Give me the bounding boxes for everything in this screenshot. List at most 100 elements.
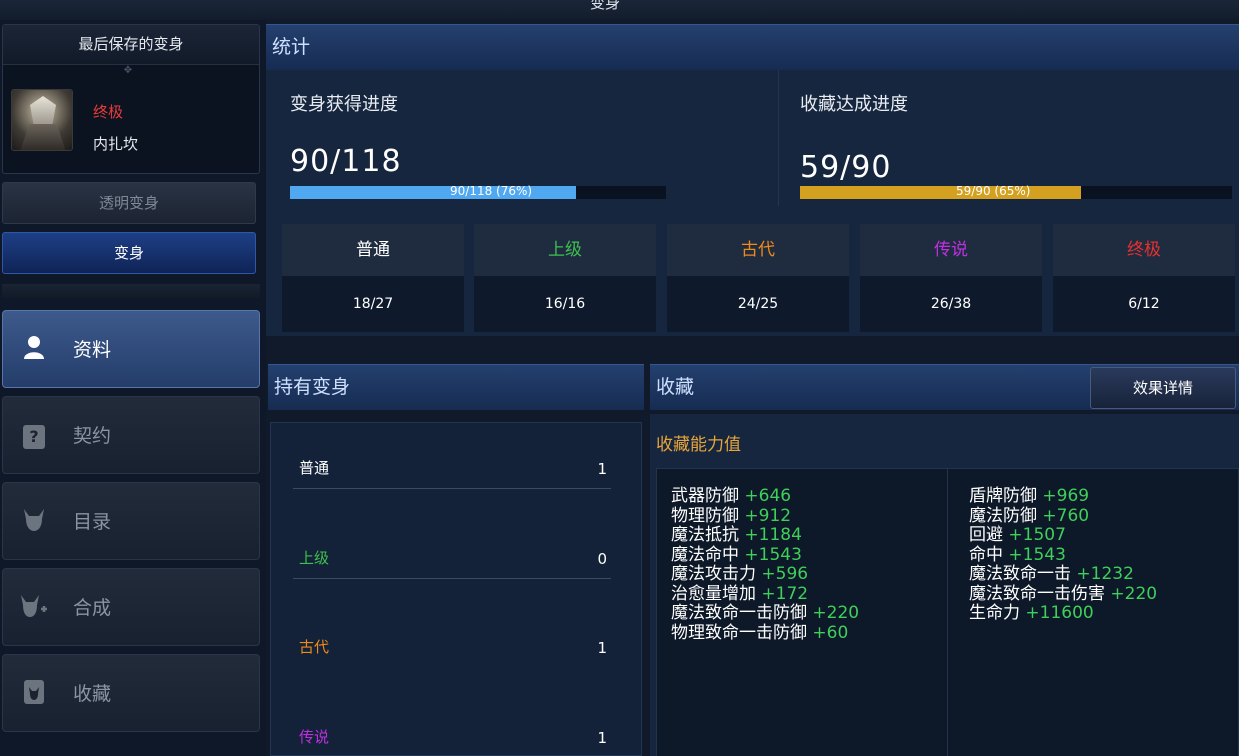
morph-progress-fill (290, 186, 576, 199)
stat-value: +760 (1042, 505, 1090, 526)
stat-value: +220 (1110, 583, 1158, 604)
stat-name: 生命力 (969, 603, 1026, 623)
owned-row-legendary[interactable]: 传说 1 (293, 713, 611, 756)
stat-name: 物理致命一击防御 (671, 622, 813, 643)
window-titlebar: 变身 (0, 0, 1239, 20)
stat-name: 武器防御 (671, 486, 745, 506)
stat-value: +596 (761, 564, 809, 584)
stat-name: 魔法致命一击伤害 (969, 583, 1111, 604)
grade-ancient-value: 24/25 (667, 276, 849, 332)
collection-progress-bar: 59/90 (65%) (800, 184, 1232, 199)
nav-item-collection[interactable]: 收藏 (2, 654, 260, 732)
stat-value: +220 (812, 603, 860, 623)
stat-name: 魔法致命一击防御 (671, 603, 813, 623)
grade-superior-value: 16/16 (474, 276, 656, 332)
owned-count: 0 (597, 550, 607, 568)
nav-item-profile[interactable]: 资料 (2, 310, 260, 388)
stat-value: +60 (812, 622, 849, 643)
collection-progress-title: 收藏达成进度 (800, 94, 908, 115)
stat-line: 治愈量增加 +172 (671, 583, 808, 604)
stat-name: 物理防御 (671, 505, 745, 526)
stat-value: +912 (744, 505, 792, 526)
collection-panel: 收藏能力值 武器防御 +646 物理防御 +912 魔法抵抗 +1184 魔法命中 +… (650, 414, 1239, 756)
nav-item-combine[interactable]: 合成 (2, 568, 260, 646)
collection-progress-value: 59/90 (800, 150, 892, 185)
owned-row-ancient[interactable]: 古代 1 (293, 623, 611, 667)
stat-name: 盾牌防御 (969, 486, 1043, 506)
separator (2, 284, 260, 298)
stat-value: +1507 (1008, 525, 1066, 545)
last-saved-title: 最后保存的变身 (3, 25, 259, 65)
stat-value: +1543 (1008, 544, 1066, 565)
owned-count: 1 (597, 639, 607, 657)
owned-count: 1 (597, 460, 607, 478)
stats-header: 统计 (266, 24, 1239, 70)
owned-header-label: 持有变身 (274, 376, 351, 398)
grade-ancient-label: 古代 (667, 224, 849, 276)
collection-progress-fill (800, 186, 1081, 199)
stat-line: 魔法致命一击 +1232 (969, 565, 1134, 584)
stat-name: 魔法命中 (671, 544, 745, 565)
nav-item-catalog[interactable]: 目录 (2, 482, 260, 560)
ornament-icon: ✥ (123, 65, 133, 76)
stat-value: +1232 (1076, 564, 1134, 584)
collection-icon (19, 679, 49, 709)
stat-line: 魔法抵抗 +1184 (671, 526, 802, 545)
owned-list: 普通 1 上级 0 古代 1 传说 1 (270, 422, 642, 756)
stat-name: 魔法致命一击 (969, 564, 1077, 584)
stat-name: 魔法防御 (969, 505, 1043, 526)
stat-line: 物理致命一击防御 +60 (671, 622, 849, 643)
grade-legendary-label: 传说 (860, 224, 1042, 276)
saved-morph-name: 内扎坎 (93, 135, 139, 153)
stat-line: 魔法命中 +1543 (671, 544, 802, 565)
transparent-morph-button[interactable]: 透明变身 (2, 182, 256, 224)
nav-label-profile: 资料 (73, 339, 112, 361)
morph-progress-title: 变身获得进度 (290, 94, 398, 115)
collection-progress-text: 59/90 (65%) (956, 184, 1031, 198)
nav-label-contract: 契约 (73, 425, 112, 447)
stat-line: 魔法致命一击防御 +220 (671, 604, 859, 623)
stats-header-label: 统计 (272, 36, 311, 58)
grade-legendary-value: 26/38 (860, 276, 1042, 332)
morph-portrait[interactable] (11, 89, 73, 151)
grade-ultimate-value: 6/12 (1053, 276, 1235, 332)
stat-line: 魔法防御 +760 (969, 505, 1090, 526)
stat-name: 魔法攻击力 (671, 564, 762, 584)
user-icon (19, 335, 49, 365)
stat-line: 盾牌防御 +969 (969, 487, 1089, 506)
demon-combine-icon (19, 593, 49, 623)
stat-value: +11600 (1025, 603, 1094, 623)
grade-normal: 普通 18/27 (282, 224, 464, 332)
portrait-helm (30, 96, 56, 126)
stat-value: +1543 (744, 544, 802, 565)
progress-divider (778, 70, 779, 206)
collection-stats-title: 收藏能力值 (656, 435, 741, 455)
portrait-body (20, 124, 66, 150)
stat-line: 魔法攻击力 +596 (671, 565, 808, 584)
nav-label-collection: 收藏 (73, 683, 112, 705)
grade-ultimate: 终极 6/12 (1053, 224, 1235, 332)
nav-item-contract[interactable]: ? 契约 (2, 396, 260, 474)
grade-superior-label: 上级 (474, 224, 656, 276)
stat-value: +646 (744, 486, 792, 506)
owned-header: 持有变身 (268, 364, 644, 410)
owned-name: 普通 (299, 459, 330, 477)
stat-value: +1184 (744, 525, 802, 545)
stat-name: 治愈量增加 (671, 583, 762, 604)
grade-ultimate-label: 终极 (1053, 224, 1235, 276)
owned-count: 1 (597, 729, 607, 747)
owned-name: 传说 (299, 728, 330, 746)
window-title: 变身 (590, 0, 621, 12)
stat-line: 回避 +1507 (969, 526, 1066, 545)
owned-row-superior[interactable]: 上级 0 (293, 535, 611, 579)
grade-ancient: 古代 24/25 (667, 224, 849, 332)
effect-details-button[interactable]: 效果详情 (1090, 367, 1236, 409)
grade-superior: 上级 16/16 (474, 224, 656, 332)
morph-button[interactable]: 变身 (2, 232, 256, 274)
saved-morph-grade: 终极 (93, 103, 124, 121)
collection-header-label: 收藏 (656, 376, 695, 398)
grade-normal-value: 18/27 (282, 276, 464, 332)
owned-row-normal[interactable]: 普通 1 (293, 445, 611, 489)
owned-name: 上级 (299, 549, 330, 567)
morph-progress-bar: 90/118 (76%) (290, 184, 666, 199)
